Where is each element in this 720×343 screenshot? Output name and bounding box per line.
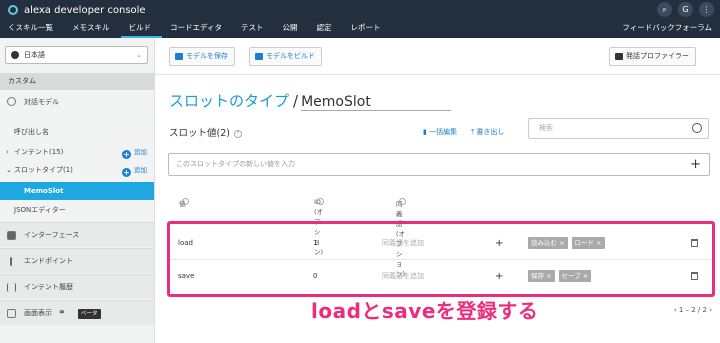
save-icon	[175, 53, 183, 60]
row-value[interactable]: save	[178, 260, 194, 293]
collapse-icon: ⌄	[6, 166, 12, 174]
expand-icon: ›	[6, 148, 9, 156]
sidebar-item-interaction-model[interactable]: 対話モデル	[0, 92, 154, 112]
more-icon[interactable]: ⋮	[699, 2, 714, 17]
add-value-button[interactable]: +	[690, 154, 701, 175]
plus-circle-icon: +	[122, 168, 131, 177]
build-model-button[interactable]: モデルをビルド	[249, 47, 322, 66]
new-value-input[interactable]: このスロットタイプの新しい値を入力 +	[168, 153, 710, 176]
synonym-chip[interactable]: ロード ×	[571, 237, 605, 249]
plug-icon	[10, 257, 14, 266]
nav-certification[interactable]: 認定	[308, 19, 342, 38]
sidebar-item-memoslot[interactable]: MemoSlot	[0, 182, 154, 200]
synonym-input[interactable]: 同義語を追加	[382, 260, 424, 293]
sidebar-item-intents[interactable]: › インテント(15) + 追加	[0, 144, 154, 161]
beta-badge: ベータ	[78, 309, 101, 319]
toolbar: モデルを保存 モデルをビルド 発話プロファイラー	[155, 38, 720, 75]
link-icon: ⚭	[58, 308, 66, 318]
synonym-chips: 保存 × セーブ ×	[528, 260, 595, 293]
row-value[interactable]: load	[178, 227, 193, 260]
feedback-link[interactable]: フィードバックフォーラム	[622, 19, 712, 36]
delete-icon[interactable]	[691, 239, 698, 247]
globe-icon	[11, 51, 19, 59]
annotation-caption: loadとsaveを登録する	[311, 299, 539, 323]
tools-icon	[615, 53, 623, 60]
help-icon[interactable]: ?	[233, 129, 242, 138]
alexa-logo-icon	[8, 5, 18, 15]
nav-report[interactable]: レポート	[342, 19, 391, 38]
search-icon[interactable]	[692, 123, 702, 133]
save-model-button[interactable]: モデルを保存	[169, 47, 235, 66]
nav-test[interactable]: テスト	[233, 19, 275, 38]
help-icon[interactable]	[182, 198, 189, 205]
top-bar: alexa developer console ⌕ G ⋮ くスキル一覧 メモス…	[0, 0, 720, 38]
nav-code-editor[interactable]: コードエディタ	[162, 19, 233, 38]
bulk-edit-link[interactable]: ▮ 一括編集	[423, 127, 457, 137]
locale-value: 日本語	[24, 51, 45, 59]
table-row: load 1 同義語を追加 + 読み込む × ロード ×	[170, 227, 712, 260]
sidebar-item-json-editor[interactable]: JSONエディター	[0, 202, 154, 219]
search-input[interactable]: 検索	[528, 118, 709, 139]
chevron-down-icon: ⌄	[136, 51, 142, 59]
synonym-chips: 読み込む × ロード ×	[528, 227, 609, 260]
slot-type-name-field[interactable]: MemoSlot	[301, 94, 452, 111]
wrench-icon	[255, 53, 263, 60]
sidebar-item-intent-history[interactable]: インテント履歴	[0, 274, 154, 299]
sidebar-item-display[interactable]: 画面表示 ⚭ ベータ	[0, 300, 154, 325]
pagination[interactable]: ‹ 1 – 2 / 2 ›	[674, 306, 712, 314]
search-icon[interactable]: ⌕	[657, 2, 672, 17]
table-header: 値 ID (オプション) 同義語(オプション)	[179, 198, 406, 278]
add-intent-button[interactable]: + 追加	[122, 144, 147, 161]
export-link[interactable]: ⤒ 書き出し	[471, 127, 504, 137]
main-content: モデルを保存 モデルをビルド 発話プロファイラー スロットのタイプ / MemoSl…	[155, 38, 720, 343]
row-id[interactable]: 1	[313, 227, 317, 260]
interface-icon	[7, 231, 16, 240]
nav-memo-skill[interactable]: メモスキル	[64, 19, 121, 38]
top-icons: ⌕ G ⋮	[657, 2, 714, 17]
locale-select[interactable]: 日本語 ⌄	[5, 46, 148, 64]
table-row: save 0 同義語を追加 + 保存 × セーブ ×	[170, 260, 712, 293]
sidebar-item-interfaces[interactable]: インターフェース	[0, 222, 154, 247]
gear-icon	[7, 97, 16, 106]
help-icon[interactable]	[317, 198, 324, 205]
sidebar-item-invocation[interactable]: 呼び出し名	[0, 124, 154, 141]
add-slot-type-button[interactable]: + 追加	[122, 162, 147, 179]
add-synonym-button[interactable]: +	[495, 227, 503, 260]
nav-skill-list[interactable]: くスキル一覧	[0, 19, 64, 38]
main-nav: くスキル一覧 メモスキル ビルド コードエディタ テスト 公開 認定 レポート …	[0, 19, 720, 38]
utterance-profiler-button[interactable]: 発話プロファイラー	[609, 47, 696, 66]
nav-build[interactable]: ビルド	[120, 19, 162, 38]
row-id[interactable]: 0	[313, 260, 317, 293]
sidebar-item-slot-types[interactable]: ⌄ スロットタイプ(1) + 追加	[0, 162, 154, 179]
synonym-chip[interactable]: 読み込む ×	[528, 237, 568, 249]
sliders-icon	[7, 283, 16, 292]
value-actions: ▮ 一括編集 ⤒ 書き出し	[423, 127, 504, 137]
page-title: スロットのタイプ / MemoSlot	[169, 90, 452, 111]
synonym-chip[interactable]: セーブ ×	[558, 270, 592, 282]
sidebar: 日本語 ⌄ カスタム 対話モデル 呼び出し名 › インテント(15) + 追加 ⌄…	[0, 38, 155, 343]
sidebar-item-endpoint[interactable]: エンドポイント	[0, 248, 154, 273]
synonym-input[interactable]: 同義語を追加	[382, 227, 424, 260]
help-icon[interactable]	[399, 198, 406, 205]
delete-icon[interactable]	[691, 272, 698, 280]
brand[interactable]: alexa developer console	[8, 3, 146, 17]
synonym-chip[interactable]: 保存 ×	[528, 270, 555, 282]
section-custom[interactable]: カスタム	[0, 73, 154, 90]
slot-type-heading: スロットのタイプ	[169, 92, 290, 110]
nav-publish[interactable]: 公開	[274, 19, 308, 38]
image-icon	[7, 309, 16, 318]
slot-values-heading: スロット値(2)?	[169, 125, 242, 139]
brand-name: alexa developer console	[24, 4, 146, 16]
add-synonym-button[interactable]: +	[495, 260, 503, 293]
user-avatar[interactable]: G	[678, 2, 693, 17]
plus-circle-icon: +	[122, 150, 131, 159]
